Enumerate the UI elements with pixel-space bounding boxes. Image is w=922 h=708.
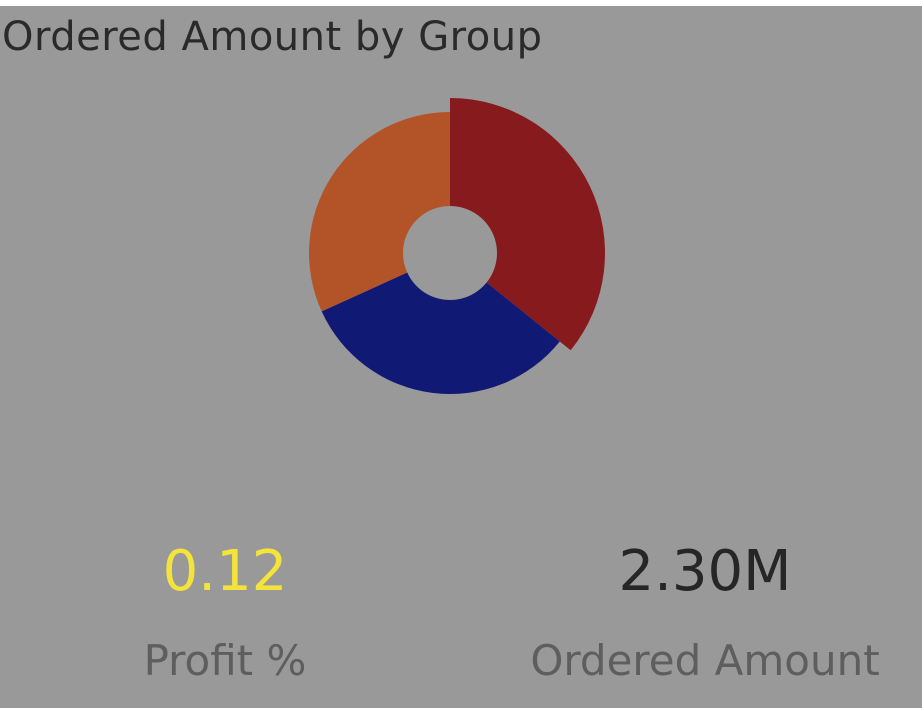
donut-slice-3[interactable]: [308, 112, 450, 312]
profit-value: 0.12: [162, 539, 288, 604]
profit-card[interactable]: 0.12 Profit %: [90, 544, 360, 682]
ordered-amount-card[interactable]: 2.30M Ordered Amount: [500, 544, 910, 682]
ordered-amount-value: 2.30M: [618, 539, 792, 604]
donut-chart[interactable]: [0, 6, 922, 466]
donut-slices: [308, 98, 606, 395]
ordered-amount-label: Ordered Amount: [530, 636, 880, 685]
profit-label: Profit %: [143, 636, 307, 685]
visual-panel: Ordered Amount by Group 0.12 Profit % 2.…: [0, 6, 922, 708]
